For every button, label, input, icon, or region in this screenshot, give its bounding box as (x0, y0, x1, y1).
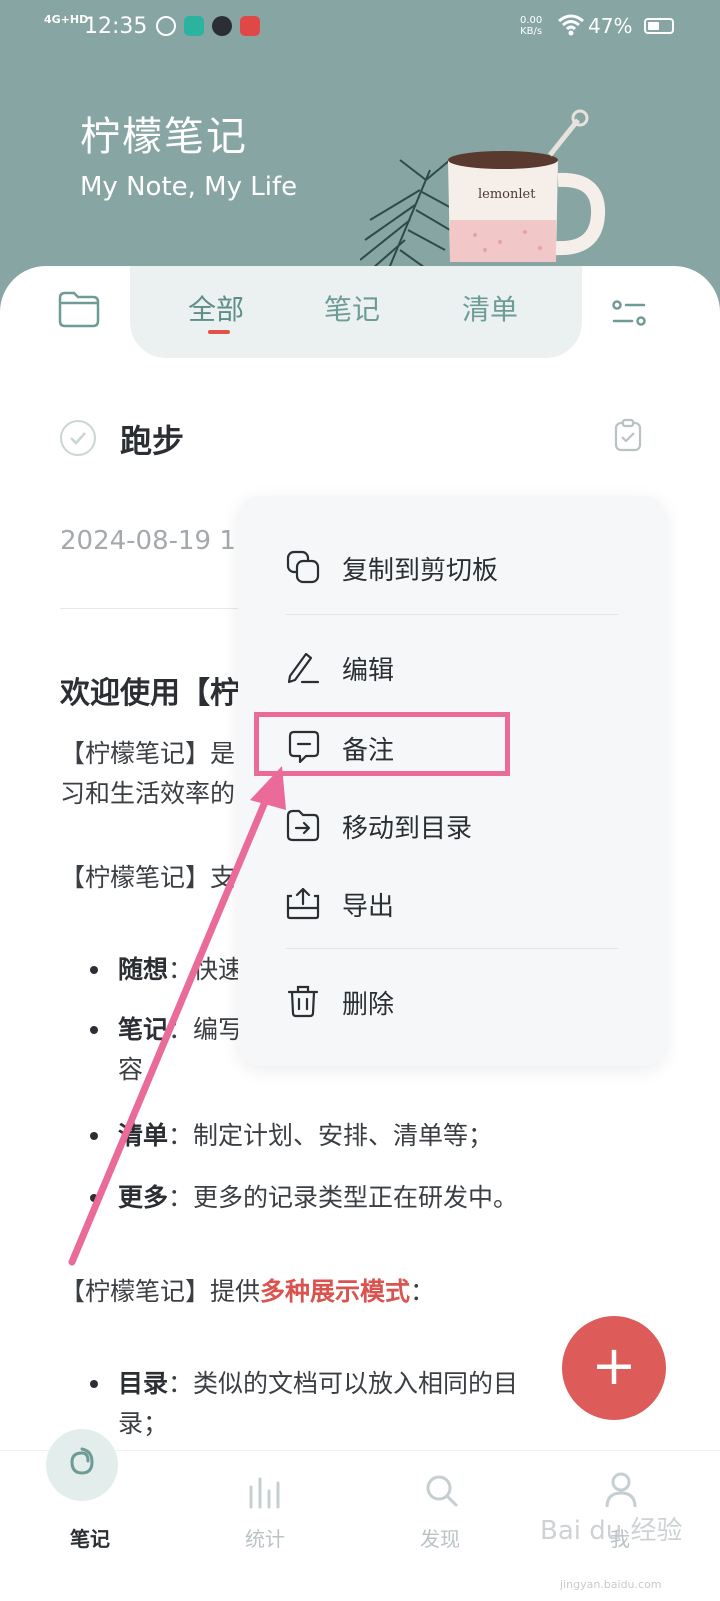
nav-label: 笔记 (70, 1527, 110, 1551)
menu-divider (286, 614, 618, 615)
menu-item-delete[interactable]: 删除 (286, 976, 626, 1026)
menu-item-label: 删除 (342, 990, 395, 1020)
app-title: 柠檬笔记 (80, 114, 248, 160)
para-text: 【柠檬笔记】提供 (60, 1277, 261, 1306)
bullet-dot (90, 1194, 98, 1202)
context-menu: 复制到剪切板 编辑 备注 移动到目录 导出 删除 (238, 496, 666, 1066)
note-heading: 欢迎使用【柠 (60, 676, 240, 711)
tab-checklist[interactable]: 清单 (440, 288, 540, 328)
menu-item-edit[interactable]: 编辑 (286, 642, 626, 692)
wifi-icon (558, 14, 584, 36)
search-icon (426, 1475, 458, 1507)
lemon-leaf-icon (70, 1447, 94, 1475)
bullet-dot (90, 1380, 98, 1388)
bullet-text: ：编写 (168, 1015, 244, 1044)
notification-icon-3 (212, 16, 232, 36)
bullet-item-cont: 容 (118, 1055, 144, 1084)
bullet-text: ：制定计划、安排、清单等； (168, 1121, 494, 1150)
trash-icon (287, 985, 319, 1018)
bullet-item: 清单：制定计划、安排、清单等； (118, 1118, 493, 1154)
menu-item-label: 编辑 (342, 656, 395, 686)
nav-label: 发现 (420, 1527, 460, 1551)
watermark-url: jingyan.baidu.com (560, 1578, 662, 1591)
network-speed: 0.00 KB/s (520, 15, 542, 37)
notification-icons (156, 16, 260, 36)
nav-label: 统计 (245, 1527, 285, 1551)
status-time: 12:35 (84, 14, 148, 39)
bullet-item: 笔记：编写 (118, 1012, 243, 1048)
note-date: 2024-08-19 1 (60, 526, 236, 556)
note-paragraph-line: 习和生活效率的 (60, 779, 236, 808)
note-paragraph-line: 【柠檬笔记】提供多种展示模式： (60, 1274, 435, 1310)
note-checkbox[interactable] (60, 420, 96, 456)
bullet-term: 目录 (118, 1369, 169, 1398)
bar-chart-icon (249, 1477, 280, 1509)
bullet-dot (90, 1026, 98, 1034)
note-title: 跑步 (120, 422, 185, 460)
clipboard-check-icon[interactable] (614, 418, 642, 452)
folder-icon[interactable] (58, 290, 100, 328)
bullet-term: 清单 (118, 1121, 169, 1150)
filter-settings-icon[interactable] (612, 296, 646, 330)
pen-icon (287, 652, 320, 684)
status-bar: 4G+HD 12:35 0.00 KB/s 47% (0, 0, 720, 56)
bullet-term: 笔记 (118, 1015, 169, 1044)
tab-notes[interactable]: 笔记 (302, 288, 402, 328)
bullet-item: 目录：类似的文档可以放入相同的目 (118, 1366, 518, 1402)
annotation-highlight-box (254, 712, 510, 776)
bullet-item-cont: 录； (118, 1409, 169, 1438)
folder-move-icon (286, 809, 320, 842)
bullet-text: ：快速 (168, 955, 244, 984)
user-icon (605, 1472, 637, 1508)
menu-item-copy[interactable]: 复制到剪切板 (286, 542, 626, 592)
battery-percent: 47% (588, 14, 633, 38)
bullet-term: 随想 (118, 955, 169, 984)
nav-item-discover[interactable]: 发现 (380, 1451, 500, 1601)
menu-item-move[interactable]: 移动到目录 (286, 800, 626, 850)
menu-item-label: 移动到目录 (342, 814, 473, 844)
menu-item-label: 导出 (342, 892, 395, 922)
export-icon (286, 887, 320, 920)
bullet-item: 随想：快速 (118, 952, 243, 988)
menu-item-label: 复制到剪切板 (342, 556, 499, 586)
mug-label: lemonlet (478, 187, 536, 202)
add-note-button[interactable]: + (562, 1316, 666, 1420)
nav-item-stats[interactable]: 统计 (205, 1451, 325, 1601)
network-speed-value: 0.00 (520, 15, 543, 26)
note-paragraph-line: 【柠檬笔记】支 (60, 863, 236, 892)
bullet-item: 更多：更多的记录类型正在研发中。 (118, 1180, 518, 1216)
bullet-dot (90, 1132, 98, 1140)
menu-divider (286, 948, 618, 949)
bullet-text: ：类似的文档可以放入相同的目 (168, 1369, 519, 1398)
notification-icon-4 (240, 16, 260, 36)
bullet-term: 更多 (118, 1183, 169, 1212)
tab-all[interactable]: 全部 (166, 288, 266, 328)
check-icon (70, 432, 86, 445)
copy-icon (286, 550, 320, 584)
watermark: Bai du 经验 (540, 1516, 683, 1546)
tab-active-indicator (208, 330, 230, 334)
bullet-dot (90, 966, 98, 974)
network-speed-unit: KB/s (520, 26, 543, 37)
app-subtitle: My Note, My Life (80, 172, 298, 202)
tab-bar: 全部 笔记 清单 (130, 266, 582, 358)
note-paragraph-line: 【柠檬笔记】是 (60, 739, 236, 768)
signal-indicator: 4G+HD (44, 13, 89, 26)
notification-icon-1 (156, 16, 176, 36)
notification-icon-2 (184, 16, 204, 36)
bullet-text: ：更多的记录类型正在研发中。 (168, 1183, 519, 1212)
para-highlight: 多种展示模式 (260, 1277, 411, 1306)
nav-item-notes[interactable]: 笔记 (30, 1429, 150, 1601)
battery-icon (644, 18, 674, 34)
para-text: ： (410, 1277, 436, 1306)
menu-item-export[interactable]: 导出 (286, 878, 626, 928)
